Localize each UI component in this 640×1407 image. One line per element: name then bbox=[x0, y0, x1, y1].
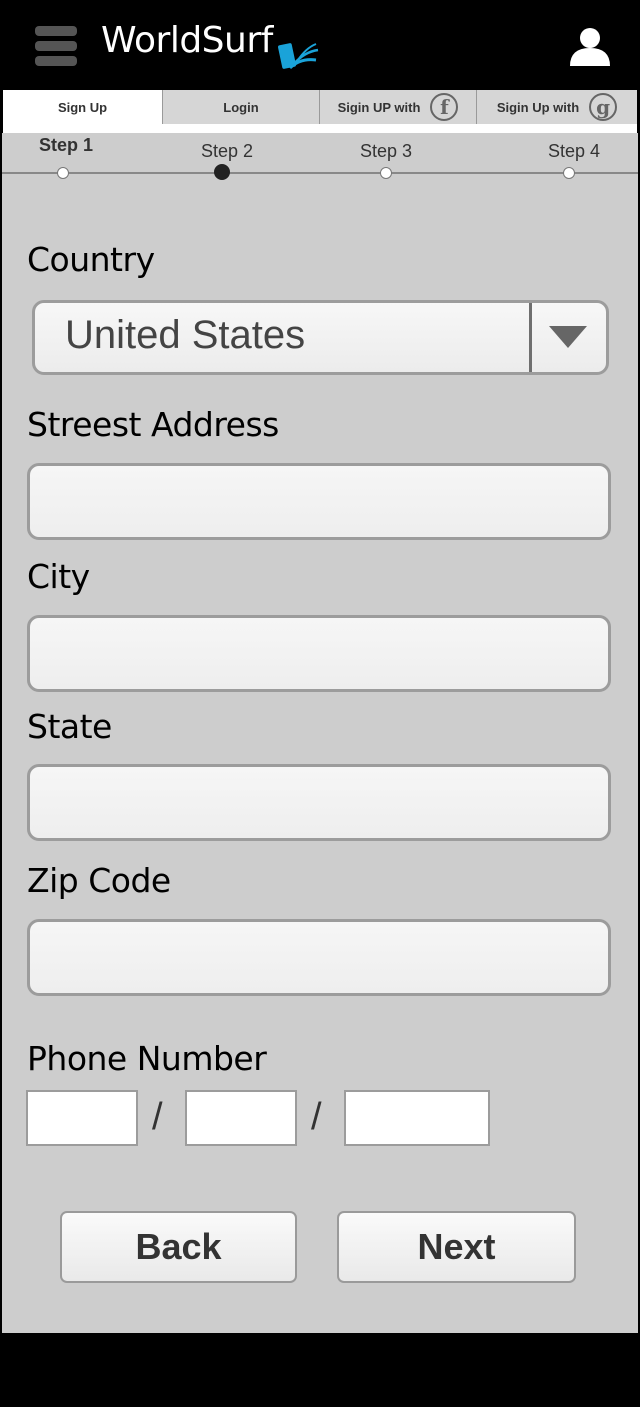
zip-code-input[interactable] bbox=[27, 919, 611, 996]
step-3-label: Step 3 bbox=[359, 141, 413, 161]
city-input[interactable] bbox=[27, 615, 611, 692]
tab-sign-up-label: Sign Up bbox=[57, 99, 108, 115]
app-header: WorldSurf bbox=[0, 0, 640, 90]
state-label: State bbox=[27, 707, 112, 746]
phone-separator: / bbox=[311, 1096, 322, 1138]
step-2-label: Step 2 bbox=[200, 141, 254, 161]
country-label: Country bbox=[27, 240, 155, 279]
zip-code-label: Zip Code bbox=[27, 861, 171, 900]
tab-signup-facebook[interactable]: Sigin UP with f bbox=[320, 90, 477, 124]
tab-signup-google-label: Sigin Up with bbox=[496, 99, 580, 115]
next-button[interactable]: Next bbox=[337, 1211, 576, 1283]
country-select-value: United States bbox=[65, 313, 306, 357]
tab-login-label: Login bbox=[223, 99, 259, 115]
phone-line-number-input[interactable] bbox=[344, 1090, 490, 1146]
phone-prefix-input[interactable] bbox=[185, 1090, 297, 1146]
google-icon: g bbox=[589, 93, 618, 121]
facebook-icon: f bbox=[430, 93, 459, 121]
user-profile-icon[interactable] bbox=[568, 26, 612, 66]
step-1-label: Step 1 bbox=[38, 135, 94, 155]
tab-login[interactable]: Login bbox=[163, 90, 320, 124]
country-select[interactable]: United States bbox=[32, 300, 609, 375]
step-4-dot[interactable] bbox=[563, 167, 575, 179]
tabs-underline bbox=[3, 124, 637, 133]
select-divider bbox=[529, 303, 532, 372]
street-address-input[interactable] bbox=[27, 463, 611, 540]
bottom-bar bbox=[0, 1333, 640, 1407]
brand-name: WorldSurf bbox=[101, 20, 273, 61]
state-input[interactable] bbox=[27, 764, 611, 841]
tab-signup-facebook-label: Sigin UP with bbox=[337, 99, 421, 115]
back-button[interactable]: Back bbox=[60, 1211, 297, 1283]
street-address-label: Streest Address bbox=[27, 405, 279, 444]
city-label: City bbox=[27, 557, 90, 596]
tab-sign-up[interactable]: Sign Up bbox=[3, 90, 163, 124]
wave-phone-logo-icon bbox=[278, 43, 319, 70]
signup-form: Step 1 Step 2 Step 3 Step 4 Country Unit… bbox=[2, 133, 638, 1333]
auth-tabs: Sign Up Login Sigin UP with f Sigin Up w… bbox=[3, 90, 637, 124]
step-progress-line bbox=[2, 172, 638, 174]
phone-area-code-input[interactable] bbox=[26, 1090, 138, 1146]
chevron-down-icon[interactable] bbox=[549, 326, 587, 348]
phone-separator: / bbox=[152, 1096, 163, 1138]
step-1-dot[interactable] bbox=[57, 167, 69, 179]
tab-signup-google[interactable]: Sigin Up with g bbox=[477, 90, 637, 124]
step-2-dot[interactable] bbox=[214, 164, 230, 180]
step-4-label: Step 4 bbox=[547, 141, 601, 161]
hamburger-menu-icon[interactable] bbox=[35, 26, 77, 66]
phone-number-label: Phone Number bbox=[27, 1039, 267, 1078]
step-3-dot[interactable] bbox=[380, 167, 392, 179]
